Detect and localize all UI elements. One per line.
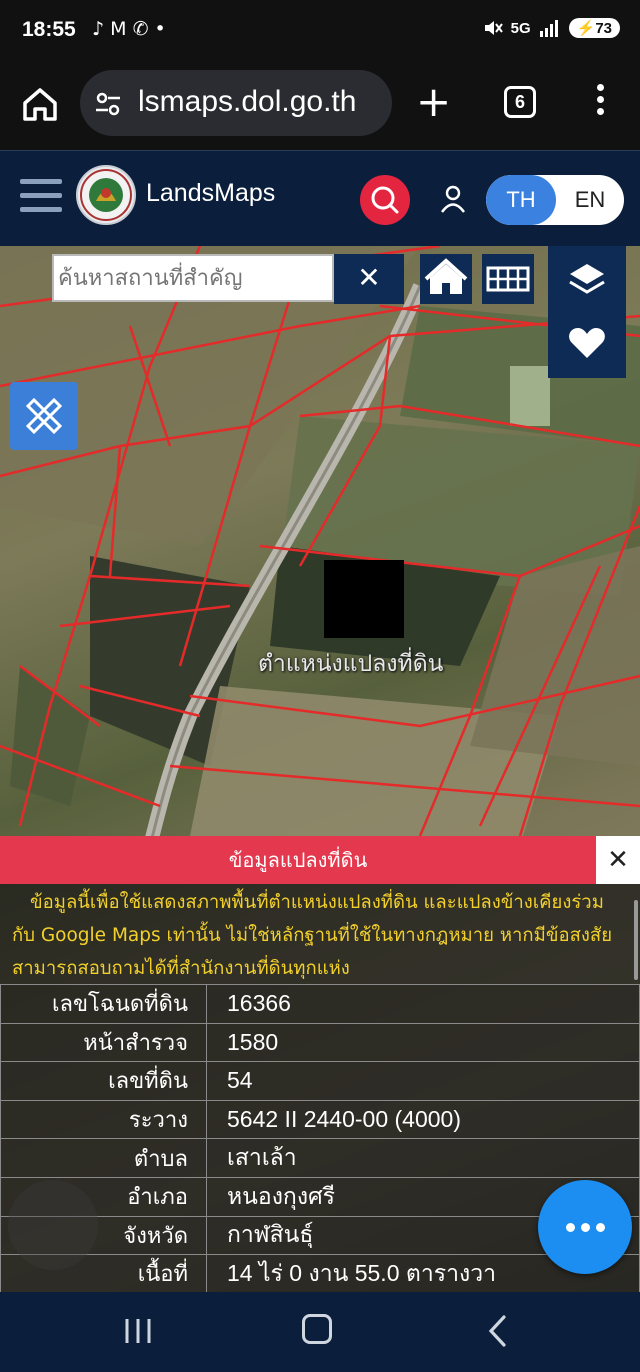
language-toggle[interactable]: TH EN: [486, 175, 624, 225]
row-value: 5642 II 2440-00 (4000): [206, 1099, 640, 1140]
home-extent-button[interactable]: [420, 254, 472, 304]
status-time: 18:55: [22, 18, 76, 41]
lang-en-button[interactable]: EN: [556, 175, 624, 225]
place-search-input[interactable]: [54, 256, 332, 300]
disclaimer-text: ข้อมูลนี้เพื่อใช้แสดงสภาพพื้นที่ตำแหน่งแ…: [0, 884, 640, 984]
map-side-toolbar: [548, 246, 626, 378]
parcel-location-label: ตำแหน่งแปลงที่ดิน: [258, 651, 444, 677]
ruler-pencil-icon: [25, 397, 63, 435]
app-header: LandsMaps TH EN: [0, 150, 640, 246]
tune-icon[interactable]: [94, 90, 122, 118]
row-value: เสาเล้า: [206, 1138, 640, 1178]
back-icon[interactable]: [486, 1314, 510, 1348]
row-key: เลขที่ดิน: [0, 1061, 207, 1101]
address-bar[interactable]: lsmaps.dol.go.th: [80, 70, 392, 136]
info-panel-close-button[interactable]: ✕: [596, 836, 640, 884]
home-icon[interactable]: [20, 84, 60, 124]
table-row: เนื้อที่ 14 ไร่ 0 งาน 55.0 ตารางวา: [0, 1254, 640, 1294]
table-row: ระวาง 5642 II 2440-00 (4000): [0, 1099, 640, 1140]
battery-level: 73: [595, 20, 612, 37]
signal-icon: [539, 20, 558, 37]
grid-sheet-button[interactable]: [482, 254, 534, 304]
measure-tool-button[interactable]: [10, 382, 78, 450]
row-value: 1580: [206, 1022, 640, 1063]
table-row: เลขที่ดิน 54: [0, 1061, 640, 1101]
system-nav-bar: [0, 1292, 640, 1372]
browser-menu-icon[interactable]: [590, 84, 610, 124]
clear-search-button[interactable]: ✕: [334, 254, 404, 304]
table-row: หน้าสำรวจ 1580: [0, 1022, 640, 1063]
url-text: lsmaps.dol.go.th: [138, 85, 357, 118]
hamburger-menu-icon[interactable]: [20, 179, 62, 213]
department-logo: [76, 165, 136, 225]
user-icon[interactable]: [440, 185, 466, 213]
mute-icon: [484, 21, 503, 35]
place-search-field[interactable]: [52, 254, 334, 302]
more-dot: [596, 1223, 605, 1232]
nav-home-icon[interactable]: [302, 1314, 332, 1344]
search-button[interactable]: [360, 175, 410, 225]
heart-icon[interactable]: [548, 312, 626, 374]
table-row: เลขโฉนดที่ดิน 16366: [0, 984, 640, 1024]
recent-apps-icon[interactable]: [124, 1316, 152, 1346]
table-row: ตำบล เสาเล้า: [0, 1138, 640, 1178]
layers-icon[interactable]: [548, 250, 626, 312]
row-value: 54: [206, 1061, 640, 1101]
more-horizontal-icon: [566, 1223, 575, 1232]
notification-icons: ♪ M ✆ •: [92, 18, 166, 40]
info-panel-title: ข้อมูลแปลงที่ดิน: [0, 836, 596, 884]
disclaimer-paragraph: ข้อมูลนี้เพื่อใช้แสดงสภาพพื้นที่ตำแหน่งแ…: [12, 892, 613, 979]
lang-th-button[interactable]: TH: [486, 175, 556, 225]
new-tab-button[interactable]: +: [416, 81, 451, 123]
grid-icon: [486, 266, 530, 292]
status-indicators: 5G ⚡73: [483, 18, 620, 38]
info-scrollbar[interactable]: [634, 900, 638, 980]
tab-switcher-button[interactable]: 6: [504, 86, 536, 118]
more-options-button[interactable]: [538, 1180, 632, 1274]
search-icon: [371, 186, 399, 214]
info-floating-button[interactable]: [8, 1180, 98, 1270]
row-key: หน้าสำรวจ: [0, 1022, 207, 1063]
parcel-location-marker[interactable]: [324, 560, 404, 638]
network-type: 5G: [510, 19, 531, 37]
app-title: LandsMaps: [146, 179, 276, 207]
row-key: เลขโฉนดที่ดิน: [0, 984, 207, 1024]
row-key: ตำบล: [0, 1138, 207, 1178]
more-dot: [581, 1223, 590, 1232]
house-icon: [424, 258, 468, 294]
browser-toolbar: lsmaps.dol.go.th + 6: [0, 62, 640, 150]
battery-indicator: ⚡73: [568, 18, 620, 38]
status-bar: 18:55 ♪ M ✆ • 5G ⚡73: [0, 0, 640, 62]
row-value: 16366: [206, 984, 640, 1024]
row-key: ระวาง: [0, 1099, 207, 1140]
